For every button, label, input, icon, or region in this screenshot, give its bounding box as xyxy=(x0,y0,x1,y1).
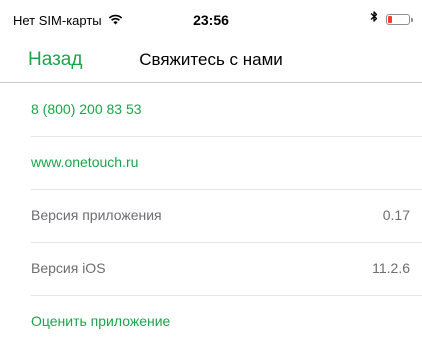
status-bar: Нет SIM-карты 23:56 xyxy=(0,0,422,40)
website-row[interactable]: www.onetouch.ru xyxy=(31,137,422,190)
status-time: 23:56 xyxy=(193,12,229,28)
navigation-bar: Назад Свяжитесь с нами xyxy=(0,40,422,83)
app-version-row: Версия приложения 0.17 xyxy=(31,190,422,243)
contact-us-screen: Нет SIM-карты 23:56 Назад Свяжитесь с на… xyxy=(0,0,422,349)
page-title: Свяжитесь с нами xyxy=(139,50,283,69)
rate-app-row[interactable]: Оценить приложение xyxy=(31,296,422,349)
phone-row[interactable]: 8 (800) 200 83 53 xyxy=(31,84,422,137)
website-link[interactable]: www.onetouch.ru xyxy=(31,154,138,170)
app-version-value: 0.17 xyxy=(382,207,410,223)
ios-version-value: 11.2.6 xyxy=(372,260,410,276)
rate-app-link[interactable]: Оценить приложение xyxy=(31,313,170,329)
ios-version-row: Версия iOS 11.2.6 xyxy=(31,243,422,296)
battery-icon xyxy=(386,13,413,25)
ios-version-label: Версия iOS xyxy=(31,260,106,276)
status-indicators xyxy=(370,10,413,28)
battery-level xyxy=(388,15,392,23)
phone-link[interactable]: 8 (800) 200 83 53 xyxy=(31,101,142,117)
bluetooth-icon xyxy=(370,10,378,28)
app-version-label: Версия приложения xyxy=(31,207,162,223)
contact-list: 8 (800) 200 83 53 www.onetouch.ru Версия… xyxy=(0,84,422,349)
